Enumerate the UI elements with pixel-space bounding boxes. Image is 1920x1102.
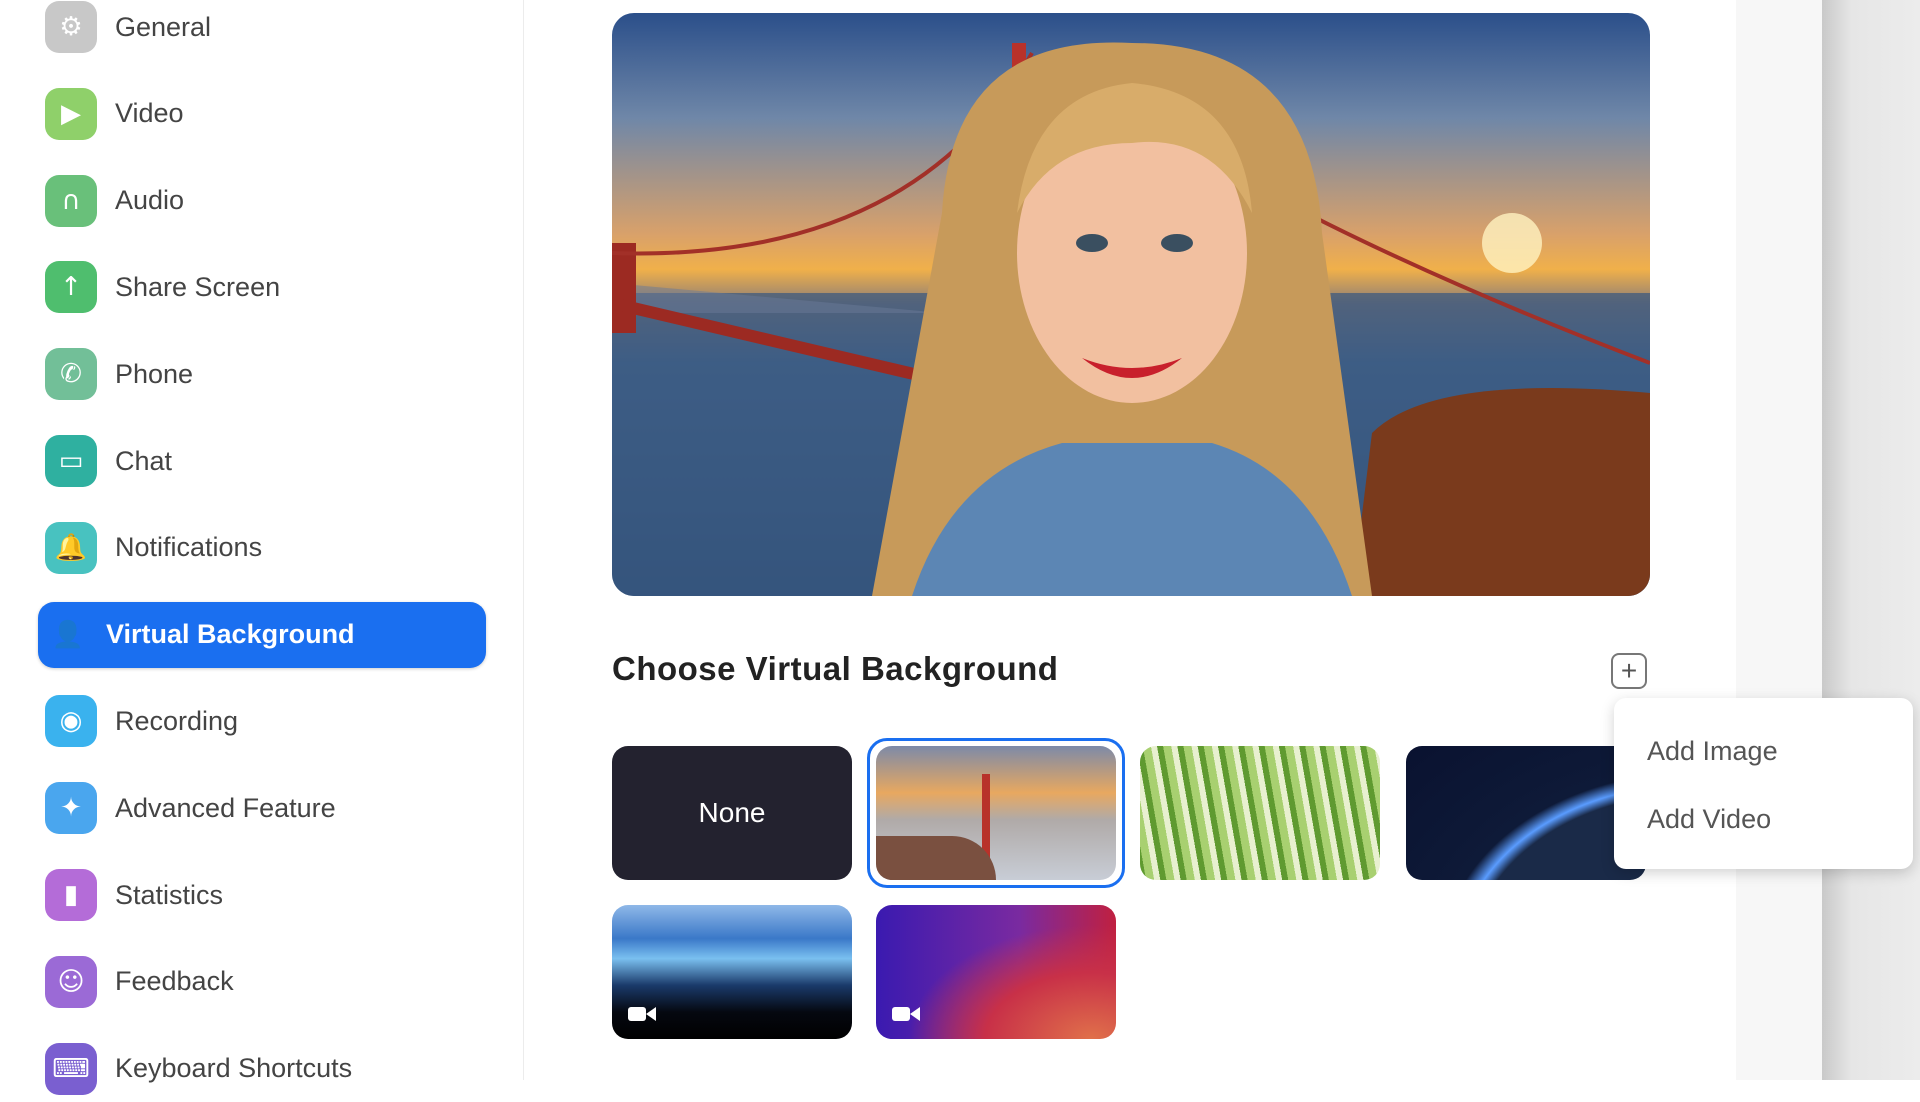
sidebar-item-statistics[interactable]: ▮ Statistics: [38, 862, 486, 928]
video-icon: [628, 1007, 656, 1021]
sidebar-item-label: Keyboard Shortcuts: [115, 1053, 353, 1084]
settings-sidebar: ⚙ General ▶ Video ∩ Audio ↑ Share Screen ✆ Phone ▭…: [0, 0, 524, 1095]
cliff: [876, 836, 996, 880]
sidebar-item-chat[interactable]: ▭ Chat: [38, 428, 486, 494]
add-image-menu-item[interactable]: Add Image: [1647, 736, 1778, 767]
bar-chart-icon: ▮: [45, 869, 97, 921]
sidebar-item-label: Audio: [115, 185, 185, 216]
sidebar-item-label: Share Screen: [115, 271, 281, 302]
gear-icon: ⚙: [45, 1, 97, 53]
plus-icon: +: [1620, 655, 1638, 686]
add-background-menu: Add Image Add Video: [1614, 698, 1913, 869]
sidebar-item-notifications[interactable]: 🔔 Notifications: [38, 515, 486, 581]
sidebar-item-general[interactable]: ⚙ General: [38, 0, 486, 60]
virtual-background-preview: [612, 13, 1650, 596]
sidebar-item-virtual-background[interactable]: 👤 Virtual Background: [38, 601, 486, 668]
virtual-background-icon: 👤: [51, 619, 85, 650]
sidebar-item-advanced-feature[interactable]: ✦ Advanced Feature: [38, 775, 486, 841]
keyboard-icon: ⌨: [45, 1042, 97, 1095]
add-video-menu-item[interactable]: Add Video: [1647, 804, 1771, 835]
sidebar-item-share-screen[interactable]: ↑ Share Screen: [38, 254, 486, 320]
sidebar-item-label: Recording: [115, 705, 239, 736]
sparkle-icon: ✦: [45, 782, 97, 835]
thumbnail-grass[interactable]: [1140, 746, 1380, 880]
sidebar-item-label: Notifications: [115, 532, 263, 563]
window-shadow: [1822, 0, 1920, 1080]
sidebar-item-label: General: [115, 11, 212, 42]
thumbnail-purple-gradient-video[interactable]: [876, 905, 1116, 1039]
window-edge: [1736, 0, 1822, 1080]
thumbnail-earth-space[interactable]: [1406, 746, 1646, 880]
record-icon: ◉: [45, 695, 97, 748]
sidebar-item-phone[interactable]: ✆ Phone: [38, 341, 486, 407]
share-screen-icon: ↑: [45, 261, 97, 314]
thumbnail-golden-gate[interactable]: [876, 746, 1116, 880]
sidebar-item-feedback[interactable]: ☺ Feedback: [38, 949, 486, 1015]
sidebar-item-label: Statistics: [115, 879, 224, 910]
sidebar-item-label: Video: [115, 98, 184, 129]
thumbnail-none[interactable]: None: [612, 746, 852, 880]
smiley-icon: ☺: [45, 955, 97, 1008]
bell-icon: 🔔: [45, 521, 97, 574]
sidebar-item-keyboard-shortcuts[interactable]: ⌨ Keyboard Shortcuts: [38, 1036, 486, 1102]
video-camera-icon: ▶: [45, 87, 97, 140]
sidebar-item-audio[interactable]: ∩ Audio: [38, 168, 486, 234]
phone-icon: ✆: [45, 348, 97, 401]
sidebar-item-label: Advanced Feature: [115, 792, 336, 823]
add-background-button[interactable]: +: [1611, 653, 1647, 689]
sidebar-item-label: Feedback: [115, 966, 234, 997]
choose-background-heading: Choose Virtual Background: [612, 650, 1059, 687]
thumbnail-none-label: None: [698, 797, 766, 828]
sidebar-item-label: Virtual Background: [106, 619, 355, 650]
video-icon: [892, 1007, 920, 1021]
preview-image: [612, 42, 1650, 596]
sidebar-item-recording[interactable]: ◉ Recording: [38, 688, 486, 754]
thumbnail-earth-atmosphere-video[interactable]: [612, 905, 852, 1039]
chat-icon: ▭: [45, 435, 97, 487]
sidebar-item-label: Phone: [115, 358, 194, 389]
sidebar-item-label: Chat: [115, 445, 173, 476]
headphones-icon: ∩: [45, 174, 97, 227]
sidebar-item-video[interactable]: ▶ Video: [38, 81, 486, 147]
